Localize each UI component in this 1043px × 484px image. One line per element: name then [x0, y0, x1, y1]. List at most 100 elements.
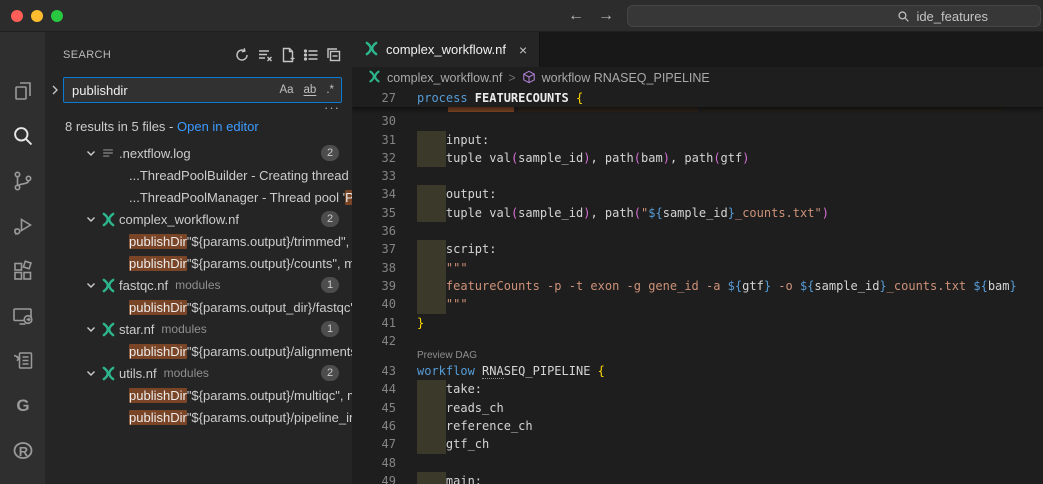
file-row[interactable]: star.nfmodules1	[45, 318, 352, 340]
back-arrow-icon[interactable]: ←	[568, 7, 584, 25]
indent-highlight	[417, 259, 446, 277]
file-row[interactable]: complex_workflow.nf2	[45, 208, 352, 230]
codelens-preview-dag[interactable]: Preview DAG	[352, 350, 1043, 362]
code-line[interactable]: 40 """	[352, 295, 1043, 313]
chevron-down-icon[interactable]	[85, 147, 101, 159]
line-content: reference_ch	[417, 417, 533, 435]
match-count-badge: 2	[321, 145, 339, 161]
code-line[interactable]: 42	[352, 332, 1043, 350]
refresh-icon[interactable]	[234, 47, 250, 63]
code-token: )	[742, 151, 749, 165]
breadcrumb-file[interactable]: complex_workflow.nf	[387, 71, 502, 85]
code-line[interactable]: 46 reference_ch	[352, 417, 1043, 435]
clipped-bottom-icon[interactable]	[0, 473, 45, 484]
code-line[interactable]: 32 tuple val(sample_id), path(bam), path…	[352, 149, 1043, 167]
code-line[interactable]: 34 output:	[352, 185, 1043, 203]
chevron-down-icon[interactable]	[85, 323, 101, 335]
code-line[interactable]: 45 reads_ch	[352, 399, 1043, 417]
close-tab-icon[interactable]: ×	[519, 42, 527, 58]
code-token: output:	[446, 187, 497, 201]
run-and-debug-icon[interactable]	[0, 203, 45, 248]
remote-explorer-icon[interactable]	[0, 293, 45, 338]
match-row[interactable]: publishDir "${params.output}/multiqc", m…	[45, 384, 352, 406]
code-token: reference_ch	[446, 419, 533, 433]
code-token: , path	[590, 206, 633, 220]
collapse-all-icon[interactable]	[326, 47, 342, 63]
indent-highlight	[417, 380, 446, 398]
code-editor[interactable]: 27process FEATURECOUNTS { 3031 input:32 …	[352, 89, 1043, 484]
line-content: workflow RNASEQ_PIPELINE {	[417, 362, 605, 380]
code-line[interactable]: 33	[352, 167, 1043, 185]
task-runner-icon[interactable]	[0, 338, 45, 383]
nextflow-icon	[364, 41, 379, 59]
source-control-icon[interactable]	[0, 158, 45, 203]
code-line[interactable]: 43workflow RNASEQ_PIPELINE {	[352, 362, 1043, 380]
match-count-badge: 1	[321, 277, 339, 293]
code-line[interactable]: 30	[352, 112, 1043, 130]
code-line[interactable]: 38 """	[352, 259, 1043, 277]
explorer-icon[interactable]	[0, 68, 45, 113]
file-row[interactable]: utils.nfmodules2	[45, 362, 352, 384]
tab-complex-workflow[interactable]: complex_workflow.nf ×	[352, 32, 540, 67]
line-number: 42	[352, 332, 417, 350]
line-content: tuple val(sample_id), path("${sample_id}…	[417, 204, 829, 222]
code-line[interactable]: 44 take:	[352, 380, 1043, 398]
minimize-window-button[interactable]	[31, 10, 43, 22]
line-number: 43	[352, 362, 417, 380]
code-token: )	[663, 151, 670, 165]
view-as-list-icon[interactable]	[303, 47, 319, 63]
code-line[interactable]: 48	[352, 454, 1043, 472]
code-line[interactable]: 39 featureCounts -p -t exon -g gene_id -…	[352, 277, 1043, 295]
whole-word-toggle[interactable]: ab	[301, 83, 320, 97]
chevron-down-icon[interactable]	[85, 279, 101, 291]
code-token: FEATURECOUNTS	[475, 91, 576, 105]
zoom-window-button[interactable]	[51, 10, 63, 22]
code-token: {	[598, 364, 605, 378]
match-row[interactable]: publishDir "${params.output}/trimmed", m…	[45, 230, 352, 252]
match-row[interactable]: ...ThreadPoolManager - Thread pool 'Publ…	[45, 186, 352, 208]
code-line[interactable]: 37 script:	[352, 240, 1043, 258]
sticky-scroll-line[interactable]: 27process FEATURECOUNTS {	[352, 89, 1043, 107]
match-row[interactable]: publishDir "${params.output}/pipeline_in…	[45, 406, 352, 428]
line-content: gtf_ch	[417, 435, 489, 453]
forward-arrow-icon[interactable]: →	[598, 7, 614, 25]
results-summary: 8 results in 5 files - Open in editor	[45, 115, 352, 142]
regex-toggle[interactable]: .*	[323, 83, 337, 97]
indent-highlight	[417, 417, 446, 435]
sticky-line-content: process FEATURECOUNTS {	[417, 89, 583, 107]
extensions-icon[interactable]	[0, 248, 45, 293]
code-line[interactable]: 35 tuple val(sample_id), path("${sample_…	[352, 204, 1043, 222]
match-row[interactable]: publishDir "${params.output_dir}/fastqc"…	[45, 296, 352, 318]
code-line[interactable]: 47 gtf_ch	[352, 435, 1043, 453]
file-row[interactable]: .nextflow.log2	[45, 142, 352, 164]
close-window-button[interactable]	[11, 10, 23, 22]
file-name: star.nf	[119, 322, 154, 337]
code-token: , path	[670, 151, 713, 165]
code-line[interactable]: 36	[352, 222, 1043, 240]
toggle-replace-chevron-icon[interactable]	[47, 84, 63, 96]
code-line[interactable]: 41}	[352, 314, 1043, 332]
match-row[interactable]: publishDir "${params.output}/alignments"…	[45, 340, 352, 362]
match-case-toggle[interactable]: Aa	[276, 83, 296, 97]
file-row[interactable]: fastqc.nfmodules1	[45, 274, 352, 296]
command-center[interactable]: ide_features	[627, 5, 1041, 27]
indent-highlight	[417, 185, 446, 203]
match-row[interactable]: ...ThreadPoolBuilder - Creating thread p…	[45, 164, 352, 186]
open-new-search-editor-icon[interactable]	[280, 47, 296, 63]
chevron-down-icon[interactable]	[85, 367, 101, 379]
open-in-editor-link[interactable]: Open in editor	[177, 119, 259, 134]
match-row[interactable]: publishDir "${params.output}/counts", mo…	[45, 252, 352, 274]
toggle-search-details-icon[interactable]: ···	[45, 103, 352, 115]
gitlens-icon[interactable]: G	[0, 383, 45, 428]
search-input[interactable]	[72, 83, 276, 98]
file-folder-label: modules	[161, 322, 206, 336]
code-line[interactable]: 31 input:	[352, 131, 1043, 149]
code-line[interactable]: 49 main:	[352, 472, 1043, 484]
clear-search-results-icon[interactable]	[257, 47, 273, 63]
line-number: 40	[352, 295, 417, 313]
chevron-down-icon[interactable]	[85, 213, 101, 225]
breadcrumb-symbol[interactable]: workflow RNASEQ_PIPELINE	[542, 71, 710, 85]
match-highlight: Publi...	[345, 190, 352, 205]
search-icon[interactable]	[0, 113, 45, 158]
r-language-icon[interactable]: R	[0, 428, 45, 473]
